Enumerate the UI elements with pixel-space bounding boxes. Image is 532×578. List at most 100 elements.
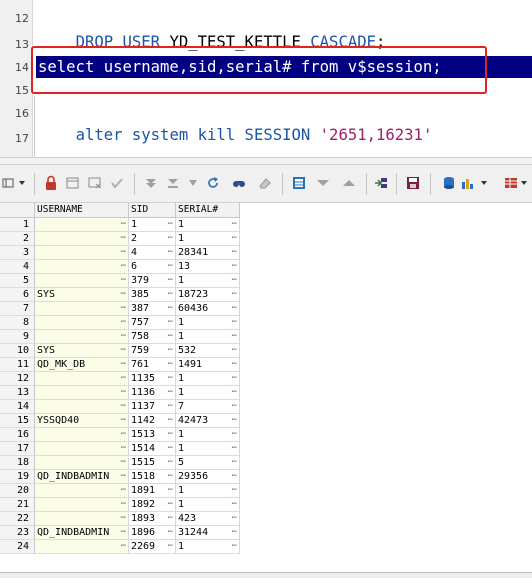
table-row[interactable]: 1 ⋯ 1 ⋯ 1 ⋯ bbox=[0, 218, 240, 232]
table-row[interactable]: 12 ⋯ 1135 ⋯ 1 ⋯ bbox=[0, 372, 240, 386]
username-cell[interactable]: ⋯ bbox=[35, 498, 129, 512]
cell-editor-ellipsis-icon[interactable]: ⋯ bbox=[121, 372, 126, 385]
cell-editor-ellipsis-icon[interactable]: ⋯ bbox=[232, 344, 237, 357]
table-row[interactable]: 13 ⋯ 1136 ⋯ 1 ⋯ bbox=[0, 386, 240, 400]
sid-cell[interactable]: 1 ⋯ bbox=[129, 218, 176, 232]
row-number[interactable]: 4 bbox=[0, 260, 35, 274]
username-cell[interactable]: SYS ⋯ bbox=[35, 288, 129, 302]
save-icon[interactable] bbox=[404, 174, 422, 192]
username-cell[interactable]: ⋯ bbox=[35, 540, 129, 554]
serial-cell[interactable]: 1 ⋯ bbox=[176, 498, 240, 512]
row-number[interactable]: 5 bbox=[0, 274, 35, 288]
cell-editor-ellipsis-icon[interactable]: ⋯ bbox=[232, 442, 237, 455]
sid-cell[interactable]: 758 ⋯ bbox=[129, 330, 176, 344]
cell-editor-ellipsis-icon[interactable]: ⋯ bbox=[121, 456, 126, 469]
table-row[interactable]: 20 ⋯ 1891 ⋯ 1 ⋯ bbox=[0, 484, 240, 498]
serial-cell[interactable]: 28341 ⋯ bbox=[176, 246, 240, 260]
table-row[interactable]: 19 QD_INDBADMIN ⋯ 1518 ⋯ 29356 ⋯ bbox=[0, 470, 240, 484]
cell-editor-ellipsis-icon[interactable]: ⋯ bbox=[168, 414, 173, 427]
serial-cell[interactable]: 1 ⋯ bbox=[176, 428, 240, 442]
cell-editor-ellipsis-icon[interactable]: ⋯ bbox=[121, 442, 126, 455]
cell-editor-ellipsis-icon[interactable]: ⋯ bbox=[168, 218, 173, 231]
cell-editor-ellipsis-icon[interactable]: ⋯ bbox=[121, 246, 126, 259]
cell-editor-ellipsis-icon[interactable]: ⋯ bbox=[168, 316, 173, 329]
table-row[interactable]: 16 ⋯ 1513 ⋯ 1 ⋯ bbox=[0, 428, 240, 442]
row-number[interactable]: 19 bbox=[0, 470, 35, 484]
row-number[interactable]: 16 bbox=[0, 428, 35, 442]
row-number[interactable]: 24 bbox=[0, 540, 35, 554]
cell-editor-ellipsis-icon[interactable]: ⋯ bbox=[121, 232, 126, 245]
username-cell[interactable]: QD_INDBADMIN ⋯ bbox=[35, 470, 129, 484]
sid-cell[interactable]: 1136 ⋯ bbox=[129, 386, 176, 400]
cell-editor-ellipsis-icon[interactable]: ⋯ bbox=[232, 456, 237, 469]
cell-editor-ellipsis-icon[interactable]: ⋯ bbox=[121, 414, 126, 427]
sid-cell[interactable]: 2 ⋯ bbox=[129, 232, 176, 246]
cell-editor-ellipsis-icon[interactable]: ⋯ bbox=[121, 512, 126, 525]
cell-editor-ellipsis-icon[interactable]: ⋯ bbox=[168, 498, 173, 511]
dropdown-arrow-icon[interactable] bbox=[16, 174, 28, 192]
serial-cell[interactable]: 1 ⋯ bbox=[176, 540, 240, 554]
cell-editor-ellipsis-icon[interactable]: ⋯ bbox=[168, 232, 173, 245]
table-row[interactable]: 15 YSSQD40 ⋯ 1142 ⋯ 42473 ⋯ bbox=[0, 414, 240, 428]
table-row[interactable]: 8 ⋯ 757 ⋯ 1 ⋯ bbox=[0, 316, 240, 330]
lock-icon[interactable] bbox=[42, 174, 60, 192]
cell-editor-ellipsis-icon[interactable]: ⋯ bbox=[168, 512, 173, 525]
cell-editor-ellipsis-icon[interactable]: ⋯ bbox=[121, 484, 126, 497]
username-cell[interactable]: YSSQD40 ⋯ bbox=[35, 414, 129, 428]
sid-cell[interactable]: 757 ⋯ bbox=[129, 316, 176, 330]
serial-cell[interactable]: 1 ⋯ bbox=[176, 274, 240, 288]
splitter-handle[interactable] bbox=[0, 157, 532, 165]
serial-cell[interactable]: 18723 ⋯ bbox=[176, 288, 240, 302]
row-number[interactable]: 12 bbox=[0, 372, 35, 386]
cell-editor-ellipsis-icon[interactable]: ⋯ bbox=[121, 526, 126, 539]
cell-editor-ellipsis-icon[interactable]: ⋯ bbox=[121, 358, 126, 371]
username-cell[interactable]: ⋯ bbox=[35, 232, 129, 246]
table-row[interactable]: 17 ⋯ 1514 ⋯ 1 ⋯ bbox=[0, 442, 240, 456]
serial-cell[interactable]: 1 ⋯ bbox=[176, 484, 240, 498]
sid-cell[interactable]: 1513 ⋯ bbox=[129, 428, 176, 442]
row-number[interactable]: 14 bbox=[0, 400, 35, 414]
cell-editor-ellipsis-icon[interactable]: ⋯ bbox=[232, 358, 237, 371]
cell-editor-ellipsis-icon[interactable]: ⋯ bbox=[232, 232, 237, 245]
cell-editor-ellipsis-icon[interactable]: ⋯ bbox=[168, 260, 173, 273]
username-cell[interactable]: ⋯ bbox=[35, 512, 129, 526]
column-header-sid[interactable]: SID bbox=[129, 203, 176, 218]
username-cell[interactable]: QD_MK_DB ⋯ bbox=[35, 358, 129, 372]
row-number[interactable]: 11 bbox=[0, 358, 35, 372]
sid-cell[interactable]: 1137 ⋯ bbox=[129, 400, 176, 414]
cell-editor-ellipsis-icon[interactable]: ⋯ bbox=[232, 400, 237, 413]
cell-editor-ellipsis-icon[interactable]: ⋯ bbox=[121, 260, 126, 273]
cell-editor-ellipsis-icon[interactable]: ⋯ bbox=[232, 274, 237, 287]
table-row[interactable]: 6 SYS ⋯ 385 ⋯ 18723 ⋯ bbox=[0, 288, 240, 302]
table-row[interactable]: 7 ⋯ 387 ⋯ 60436 ⋯ bbox=[0, 302, 240, 316]
serial-cell[interactable]: 1 ⋯ bbox=[176, 372, 240, 386]
cell-editor-ellipsis-icon[interactable]: ⋯ bbox=[168, 330, 173, 343]
cell-editor-ellipsis-icon[interactable]: ⋯ bbox=[168, 540, 173, 553]
refresh-icon[interactable] bbox=[204, 174, 222, 192]
cell-editor-ellipsis-icon[interactable]: ⋯ bbox=[121, 330, 126, 343]
cell-editor-ellipsis-icon[interactable]: ⋯ bbox=[232, 330, 237, 343]
serial-cell[interactable]: 532 ⋯ bbox=[176, 344, 240, 358]
table-row[interactable]: 21 ⋯ 1892 ⋯ 1 ⋯ bbox=[0, 498, 240, 512]
row-number[interactable]: 7 bbox=[0, 302, 35, 316]
row-number[interactable]: 8 bbox=[0, 316, 35, 330]
query-info-icon[interactable] bbox=[440, 174, 458, 192]
cell-editor-ellipsis-icon[interactable]: ⋯ bbox=[121, 470, 126, 483]
table-row[interactable]: 2 ⋯ 2 ⋯ 1 ⋯ bbox=[0, 232, 240, 246]
table-row[interactable]: 14 ⋯ 1137 ⋯ 7 ⋯ bbox=[0, 400, 240, 414]
cell-editor-ellipsis-icon[interactable]: ⋯ bbox=[168, 344, 173, 357]
row-number[interactable]: 20 bbox=[0, 484, 35, 498]
row-number[interactable]: 15 bbox=[0, 414, 35, 428]
serial-cell[interactable]: 7 ⋯ bbox=[176, 400, 240, 414]
username-cell[interactable]: ⋯ bbox=[35, 442, 129, 456]
username-cell[interactable]: ⋯ bbox=[35, 428, 129, 442]
username-cell[interactable]: ⋯ bbox=[35, 218, 129, 232]
add-record-icon[interactable] bbox=[64, 174, 82, 192]
cell-editor-ellipsis-icon[interactable]: ⋯ bbox=[232, 526, 237, 539]
cell-editor-ellipsis-icon[interactable]: ⋯ bbox=[232, 260, 237, 273]
serial-cell[interactable]: 1 ⋯ bbox=[176, 218, 240, 232]
cell-editor-ellipsis-icon[interactable]: ⋯ bbox=[121, 540, 126, 553]
cell-editor-ellipsis-icon[interactable]: ⋯ bbox=[168, 246, 173, 259]
table-row[interactable]: 3 ⋯ 4 ⋯ 28341 ⋯ bbox=[0, 246, 240, 260]
cell-editor-ellipsis-icon[interactable]: ⋯ bbox=[121, 316, 126, 329]
